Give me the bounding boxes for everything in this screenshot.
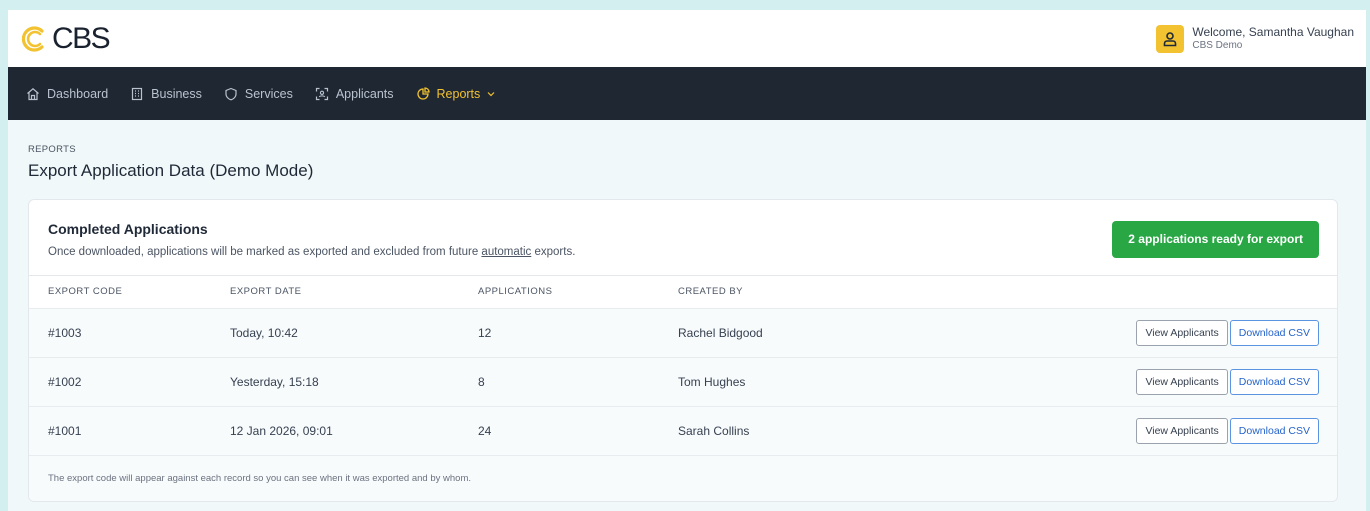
automatic-exports-link[interactable]: automatic	[481, 246, 531, 258]
avatar	[1156, 24, 1185, 53]
home-icon	[27, 87, 39, 100]
breadcrumb: REPORTS	[28, 144, 76, 155]
nav-item-services[interactable]: Services	[224, 87, 293, 101]
nav-item-business[interactable]: Business	[130, 87, 202, 101]
column-header-export-code: EXPORT CODE	[29, 276, 230, 308]
nav-label-services: Services	[244, 86, 293, 101]
nav-item-reports[interactable]: Reports	[416, 87, 496, 101]
chevron-down-icon	[487, 91, 495, 96]
applications-count-cell: 12	[478, 307, 678, 357]
table-row: #1003 Today, 10:42 12 Rachel Bidgood Vie…	[29, 307, 1337, 357]
export-code-cell: #1003	[29, 307, 230, 357]
nav-item-dashboard[interactable]: Dashboard	[26, 87, 108, 101]
subtitle-text-after: exports.	[531, 245, 576, 258]
column-header-created-by: CREATED BY	[678, 276, 1098, 308]
export-date-cell: 12 Jan 2026, 09:01	[230, 405, 478, 455]
export-date-cell: Yesterday, 15:18	[230, 356, 478, 406]
actions-cell: View Applicants Download CSV	[1098, 307, 1337, 357]
exports-table: EXPORT CODE EXPORT DATE APPLICATIONS CRE…	[29, 276, 1337, 455]
created-by-cell: Tom Hughes	[678, 356, 1098, 406]
view-applicants-button[interactable]: View Applicants	[1136, 417, 1228, 444]
top-header: CBS Welcome, Samantha Vaughan CBS Demo	[8, 10, 1366, 67]
completed-applications-card: Completed Applications Once downloaded, …	[28, 199, 1338, 502]
download-csv-button[interactable]: Download CSV	[1229, 368, 1319, 395]
column-header-applications: APPLICATIONS	[478, 276, 678, 308]
actions-cell: View Applicants Download CSV	[1098, 405, 1337, 455]
card-title: Completed Applications	[48, 220, 208, 237]
export-code-cell: #1002	[29, 356, 230, 406]
table-row: #1001 12 Jan 2026, 09:01 24 Sarah Collin…	[29, 405, 1337, 455]
main-content: REPORTS Export Application Data (Demo Mo…	[8, 120, 1366, 502]
user-menu[interactable]: Welcome, Samantha Vaughan CBS Demo	[1156, 24, 1354, 53]
org-name: CBS Demo	[1192, 39, 1243, 51]
nav-item-applicants[interactable]: Applicants	[315, 87, 394, 101]
main-nav: Dashboard Business Services Applicants R…	[8, 67, 1366, 120]
download-csv-button[interactable]: Download CSV	[1229, 319, 1319, 346]
export-footnote: The export code will appear against each…	[29, 455, 1337, 501]
welcome-text: Welcome, Samantha Vaughan	[1192, 24, 1354, 39]
subtitle-text-before: Once downloaded, applications will be ma…	[48, 245, 482, 258]
table-header-row: EXPORT CODE EXPORT DATE APPLICATIONS CRE…	[29, 276, 1337, 308]
nav-label-business: Business	[151, 86, 202, 101]
card-header: Completed Applications Once downloaded, …	[29, 200, 1337, 276]
export-code-cell: #1001	[29, 405, 230, 455]
created-by-cell: Rachel Bidgood	[678, 307, 1098, 357]
scan-user-icon	[315, 87, 328, 100]
logo-text: CBS	[52, 21, 111, 55]
nav-label-applicants: Applicants	[335, 86, 394, 101]
actions-cell: View Applicants Download CSV	[1098, 356, 1337, 406]
download-csv-button[interactable]: Download CSV	[1229, 417, 1319, 444]
card-subtitle: Once downloaded, applications will be ma…	[48, 246, 575, 258]
view-applicants-button[interactable]: View Applicants	[1136, 319, 1228, 346]
created-by-cell: Sarah Collins	[678, 405, 1098, 455]
nav-label-reports: Reports	[436, 86, 481, 101]
export-date-cell: Today, 10:42	[230, 307, 478, 357]
logo-rings-icon	[21, 25, 44, 52]
cbs-logo[interactable]: CBS	[20, 21, 111, 56]
table-row: #1002 Yesterday, 15:18 8 Tom Hughes View…	[29, 356, 1337, 406]
applications-count-cell: 8	[478, 356, 678, 406]
reports-icon	[416, 86, 430, 100]
column-header-export-date: EXPORT DATE	[230, 276, 478, 308]
column-header-actions	[1098, 276, 1337, 308]
applications-count-cell: 24	[478, 405, 678, 455]
nav-label-dashboard: Dashboard	[47, 86, 109, 101]
shield-icon	[225, 87, 237, 100]
building-icon	[132, 87, 143, 100]
user-info: Welcome, Samantha Vaughan CBS Demo	[1192, 24, 1354, 51]
app-frame: CBS Welcome, Samantha Vaughan CBS Demo D…	[8, 10, 1366, 511]
user-icon	[1164, 31, 1177, 46]
page-title: Export Application Data (Demo Mode)	[28, 161, 314, 180]
view-applicants-button[interactable]: View Applicants	[1136, 368, 1228, 395]
ready-for-export-badge: 2 applications ready for export	[1112, 220, 1319, 258]
